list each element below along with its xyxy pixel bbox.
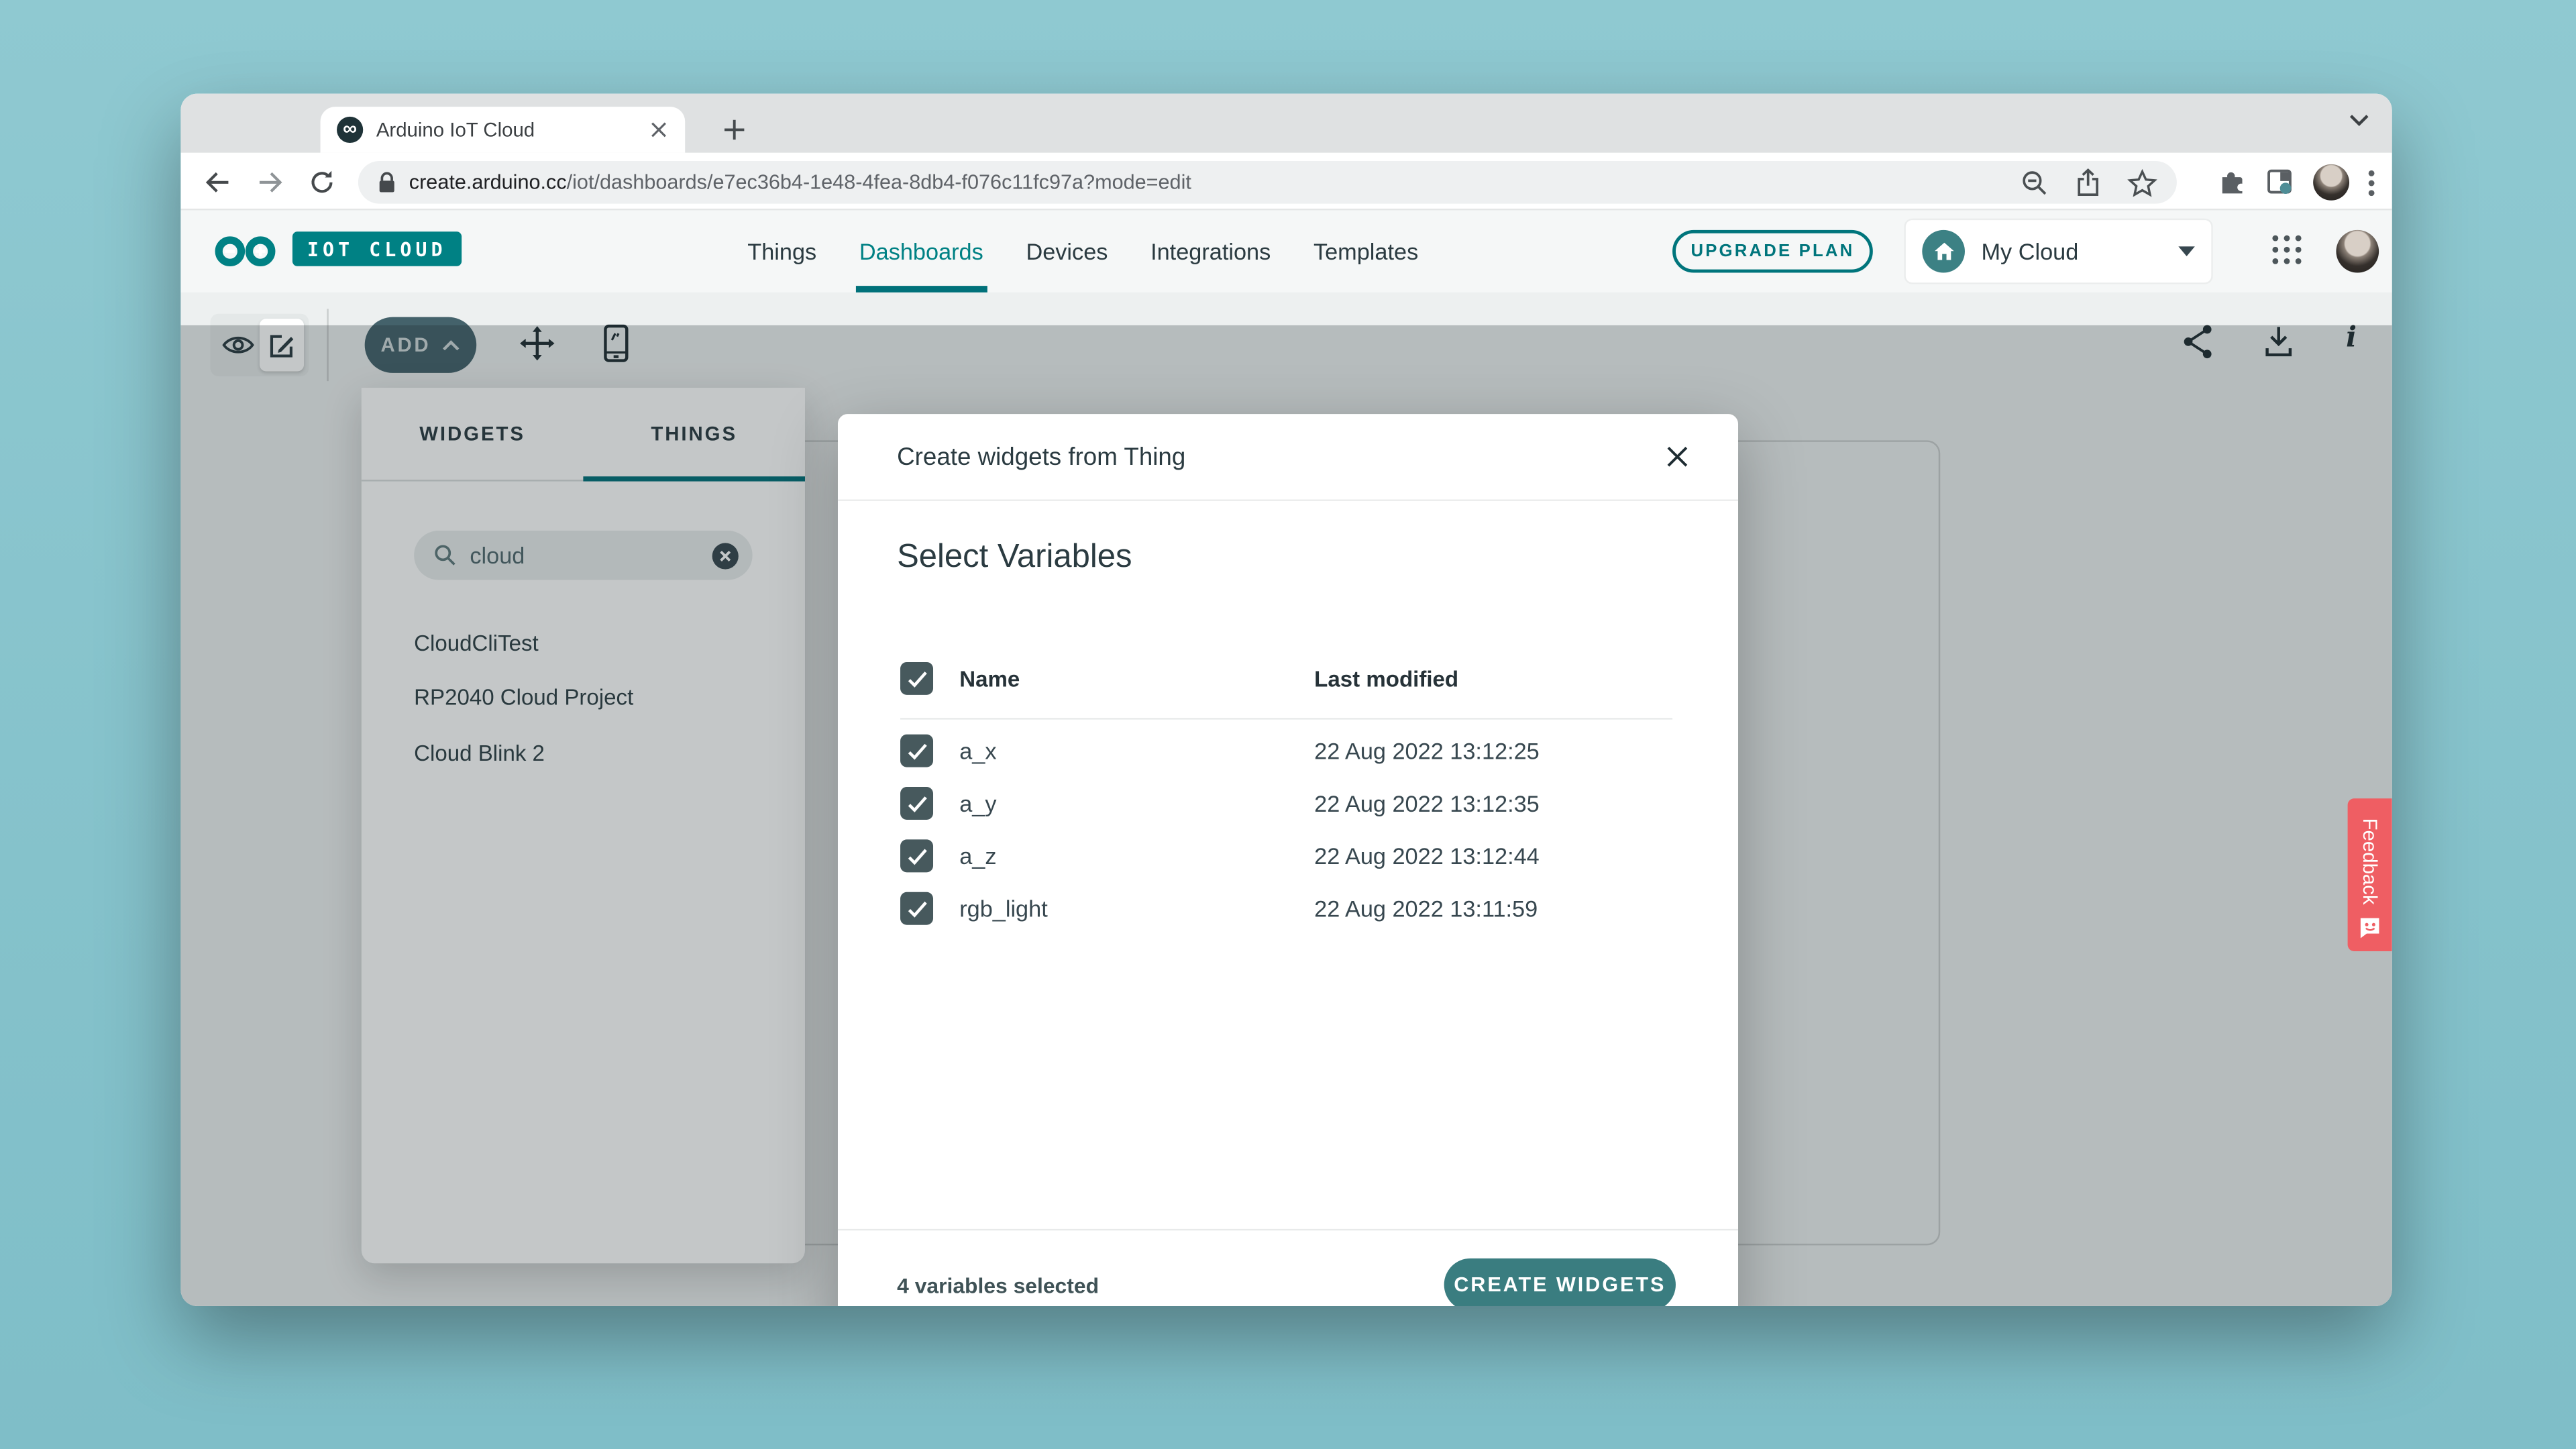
app-header: IOT CLOUD Things Dashboards Devices Inte… <box>180 210 2392 292</box>
upgrade-plan-button[interactable]: UPGRADE PLAN <box>1672 230 1873 273</box>
account-avatar[interactable] <box>2336 230 2379 273</box>
url-text: create.arduino.cc/iot/dashboards/e7ec36b… <box>409 171 1191 194</box>
create-widgets-modal: Create widgets from Thing Select Variabl… <box>838 414 1738 1306</box>
tab-close-icon[interactable] <box>645 117 672 143</box>
variable-name: a_z <box>959 843 1314 869</box>
reload-icon[interactable] <box>306 166 339 199</box>
feedback-label: Feedback <box>2359 818 2381 905</box>
row-checkbox[interactable] <box>900 787 933 820</box>
feedback-smiley-icon <box>2357 915 2382 940</box>
table-divider <box>900 718 1672 719</box>
nav-item-integrations[interactable]: Integrations <box>1150 210 1271 292</box>
modal-title: Create widgets from Thing <box>897 443 1185 471</box>
nav-item-dashboards[interactable]: Dashboards <box>859 210 983 292</box>
table-header-row: Name Last modified <box>900 644 1672 713</box>
variable-name: a_y <box>959 790 1314 816</box>
table-row[interactable]: a_y 22 Aug 2022 13:12:35 <box>900 777 1672 829</box>
create-widgets-button[interactable]: CREATE WIDGETS <box>1444 1258 1676 1306</box>
new-tab-button[interactable] <box>714 110 754 150</box>
url-path: /iot/dashboards/e7ec36b4-1e48-4fea-8db4-… <box>567 171 1191 194</box>
selection-summary: 4 variables selected <box>897 1273 1099 1297</box>
modal-close-icon[interactable] <box>1659 439 1695 475</box>
nav-item-devices[interactable]: Devices <box>1026 210 1108 292</box>
home-icon <box>1922 230 1965 273</box>
url-bar[interactable]: create.arduino.cc/iot/dashboards/e7ec36b… <box>358 161 2177 204</box>
share-icon[interactable] <box>2075 168 2101 197</box>
arduino-favicon-icon: ∞ <box>337 117 363 143</box>
bookmark-star-icon[interactable] <box>2127 168 2157 197</box>
variable-name: a_x <box>959 738 1314 764</box>
variable-last-modified: 22 Aug 2022 13:12:25 <box>1314 738 1540 764</box>
table-row[interactable]: a_x 22 Aug 2022 13:12:25 <box>900 724 1672 777</box>
tab-sidebar-icon[interactable] <box>2265 168 2295 197</box>
variable-last-modified: 22 Aug 2022 13:11:59 <box>1314 896 1538 922</box>
nav-item-things[interactable]: Things <box>747 210 816 292</box>
modal-heading: Select Variables <box>897 539 1132 576</box>
browser-tab[interactable]: ∞ Arduino IoT Cloud <box>321 107 686 153</box>
back-icon[interactable] <box>201 166 233 199</box>
row-checkbox[interactable] <box>900 892 933 925</box>
browser-tab-strip: ∞ Arduino IoT Cloud <box>180 94 2392 153</box>
workspace-selector[interactable]: My Cloud <box>1906 220 2212 282</box>
arduino-logo-icon[interactable] <box>213 233 279 270</box>
workspace-label: My Cloud <box>1981 238 2078 264</box>
column-header-name: Name <box>959 666 1314 691</box>
table-row[interactable]: rgb_light 22 Aug 2022 13:11:59 <box>900 882 1672 934</box>
zoom-out-icon[interactable] <box>2021 168 2049 197</box>
row-checkbox[interactable] <box>900 839 933 872</box>
iot-cloud-badge: IOT CLOUD <box>292 231 462 266</box>
feedback-tab[interactable]: Feedback <box>2348 798 2392 951</box>
main-nav: Things Dashboards Devices Integrations T… <box>747 210 1418 292</box>
page-content: IOT CLOUD Things Dashboards Devices Inte… <box>180 210 2392 1305</box>
variables-table: Name Last modified a_x 22 Aug 2022 13:12… <box>900 644 1672 934</box>
tab-strip-chevron-down-icon[interactable] <box>2349 113 2369 127</box>
browser-window: ∞ Arduino IoT Cloud <box>180 94 2392 1306</box>
column-header-last-modified: Last modified <box>1314 666 1458 691</box>
tab-title: Arduino IoT Cloud <box>376 118 646 141</box>
table-row[interactable]: a_z 22 Aug 2022 13:12:44 <box>900 830 1672 882</box>
browser-profile-avatar[interactable] <box>2313 164 2349 201</box>
row-checkbox[interactable] <box>900 735 933 767</box>
variable-name: rgb_light <box>959 896 1314 922</box>
apps-grid-icon[interactable] <box>2270 233 2303 266</box>
lock-icon <box>378 171 396 194</box>
workspace-caret-icon <box>2178 246 2194 256</box>
variable-last-modified: 22 Aug 2022 13:12:44 <box>1314 843 1540 869</box>
browser-toolbar: create.arduino.cc/iot/dashboards/e7ec36b… <box>180 153 2392 211</box>
desktop-background: ∞ Arduino IoT Cloud <box>0 0 2576 1449</box>
url-host: create.arduino.cc <box>409 171 567 194</box>
forward-icon[interactable] <box>253 166 286 199</box>
nav-item-templates[interactable]: Templates <box>1313 210 1418 292</box>
extensions-icon[interactable] <box>2218 168 2247 197</box>
variable-last-modified: 22 Aug 2022 13:12:35 <box>1314 790 1540 816</box>
select-all-checkbox[interactable] <box>900 662 933 695</box>
browser-menu-kebab-icon[interactable] <box>2367 168 2375 197</box>
